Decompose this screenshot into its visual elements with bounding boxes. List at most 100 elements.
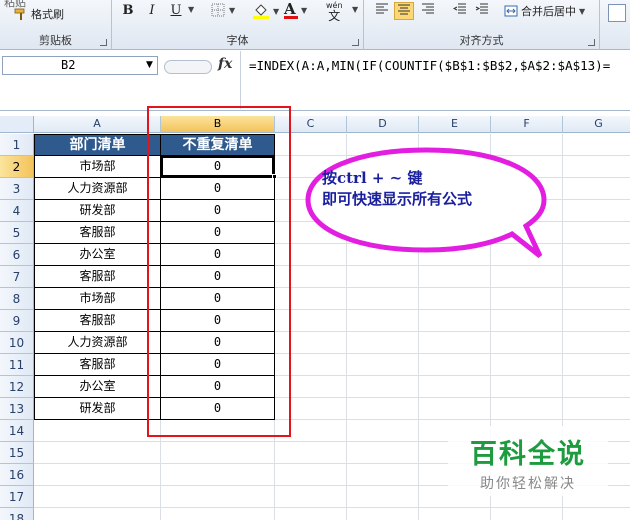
formula-controls: fx [160, 53, 238, 109]
column-header-d[interactable]: D [347, 116, 419, 133]
row-header-8[interactable]: 8 [0, 288, 34, 310]
align-right-icon [422, 3, 434, 14]
row-header-5[interactable]: 5 [0, 222, 34, 244]
phonetic-guide-button[interactable]: wén 文 [326, 0, 343, 22]
align-right-button[interactable] [418, 2, 438, 20]
font-color-icon: A [284, 0, 298, 20]
borders-button[interactable]: ▼ [210, 2, 235, 18]
phonetic-char: 文 [328, 9, 341, 23]
callout-line-1: 按ctrl + ~ 键 [322, 169, 423, 187]
number-format-icon[interactable] [608, 4, 626, 22]
underline-dropdown[interactable]: ▼ [188, 5, 194, 14]
row-header-1[interactable]: 1 [0, 134, 34, 156]
row-header-9[interactable]: 9 [0, 310, 34, 332]
row-header-7[interactable]: 7 [0, 266, 34, 288]
department-cell[interactable]: 研发部 [34, 398, 161, 420]
align-center-button[interactable] [394, 2, 414, 20]
row-header-14[interactable]: 14 [0, 420, 34, 442]
font-group-label: 字体 [226, 34, 249, 47]
paint-bucket-icon [253, 4, 269, 19]
align-center-icon [398, 4, 410, 15]
select-all-corner[interactable] [0, 116, 34, 133]
department-cell[interactable]: 研发部 [34, 200, 161, 222]
column-header-g[interactable]: G [563, 116, 630, 133]
column-b-highlight [147, 106, 291, 437]
watermark-subtitle: 助你轻松解决 [480, 476, 576, 492]
formula-input[interactable]: =INDEX(A:A,MIN(IF(COUNTIF($B$1:$B$2,$A$2… [240, 51, 630, 109]
clipboard-group: 粘贴 格式刷 剪贴板 [0, 0, 112, 50]
borders-icon [211, 3, 225, 17]
insert-function-button[interactable]: fx [218, 56, 232, 72]
merge-cells-icon [504, 5, 518, 17]
formula-bar: B2 ▼ fx =INDEX(A:A,MIN(IF(COUNTIF($B$1:$… [0, 51, 630, 111]
font-group: B I U ▼ ▼ ▼ A ▼ wén 文 ▼ 字体 [112, 0, 364, 50]
name-box[interactable]: B2 [2, 56, 158, 75]
format-painter-button[interactable]: 格式刷 [14, 6, 64, 22]
watermark-title: 百科全说 [470, 439, 586, 470]
ribbon: 粘贴 格式刷 剪贴板 B I U ▼ ▼ ▼ A ▼ wén 文 ▼ 字体 合并… [0, 0, 630, 50]
gridline [34, 507, 630, 508]
row-header-6[interactable]: 6 [0, 244, 34, 266]
chevron-down-icon: ▼ [579, 6, 586, 16]
merge-center-label: 合并后居中 [521, 5, 576, 18]
department-cell[interactable]: 办公室 [34, 376, 161, 398]
italic-button[interactable]: I [142, 2, 162, 20]
chevron-down-icon: ▼ [273, 6, 280, 16]
department-cell[interactable]: 客服部 [34, 354, 161, 376]
row-header-13[interactable]: 13 [0, 398, 34, 420]
align-left-button[interactable] [372, 2, 392, 20]
align-left-icon [376, 3, 388, 14]
alignment-group: 合并后居中 ▼ 对齐方式 [364, 0, 600, 50]
excel-window: 粘贴 格式刷 剪贴板 B I U ▼ ▼ ▼ A ▼ wén 文 ▼ 字体 合并… [0, 0, 630, 520]
department-cell[interactable]: 客服部 [34, 310, 161, 332]
clipboard-group-label: 剪贴板 [39, 34, 72, 47]
row-header-10[interactable]: 10 [0, 332, 34, 354]
row-header-17[interactable]: 17 [0, 486, 34, 508]
chevron-down-icon: ▼ [301, 5, 308, 15]
format-painter-label: 格式刷 [31, 8, 64, 21]
row-header-2[interactable]: 2 [0, 156, 34, 178]
row-header-4[interactable]: 4 [0, 200, 34, 222]
font-color-button[interactable]: A ▼ [284, 0, 307, 20]
row-header-15[interactable]: 15 [0, 442, 34, 464]
merge-center-button[interactable]: 合并后居中 ▼ [504, 3, 585, 19]
number-group-partial [600, 0, 630, 50]
paintbrush-icon [14, 8, 25, 20]
department-cell[interactable]: 办公室 [34, 244, 161, 266]
underline-button[interactable]: U [166, 2, 186, 20]
fill-color-button[interactable]: ▼ [252, 2, 279, 20]
row-header-11[interactable]: 11 [0, 354, 34, 376]
row-header-16[interactable]: 16 [0, 464, 34, 486]
column-header-f[interactable]: F [491, 116, 563, 133]
formula-toggle[interactable] [164, 60, 212, 74]
header-cell-department-list[interactable]: 部门清单 [34, 134, 161, 156]
callout-text: 按ctrl + ~ 键 即可快速显示所有公式 [322, 168, 542, 210]
decrease-indent-icon [452, 3, 466, 14]
decrease-indent-button[interactable] [450, 2, 470, 20]
chevron-down-icon: ▼ [188, 5, 195, 14]
increase-indent-button[interactable] [472, 2, 492, 20]
row-header-12[interactable]: 12 [0, 376, 34, 398]
alignment-launcher-icon[interactable] [588, 39, 595, 46]
phonetic-dropdown[interactable]: ▼ [352, 5, 358, 14]
increase-indent-icon [475, 3, 488, 14]
row-header-18[interactable]: 18 [0, 508, 34, 520]
chevron-down-icon: ▼ [352, 5, 359, 14]
column-header-e[interactable]: E [419, 116, 491, 133]
department-cell[interactable]: 客服部 [34, 266, 161, 288]
chevron-down-icon: ▼ [229, 5, 236, 15]
column-header-a[interactable]: A [34, 116, 161, 133]
department-cell[interactable]: 市场部 [34, 156, 161, 178]
department-cell[interactable]: 客服部 [34, 222, 161, 244]
clipboard-launcher-icon[interactable] [100, 39, 107, 46]
callout-line-2: 即可快速显示所有公式 [322, 190, 473, 208]
chevron-down-icon[interactable]: ▼ [146, 56, 153, 75]
font-launcher-icon[interactable] [352, 39, 359, 46]
department-cell[interactable]: 人力资源部 [34, 332, 161, 354]
baike-watermark: 百科全说 助你轻松解决 [448, 426, 608, 496]
bold-button[interactable]: B [118, 2, 138, 20]
alignment-group-label: 对齐方式 [459, 34, 504, 47]
department-cell[interactable]: 市场部 [34, 288, 161, 310]
row-header-3[interactable]: 3 [0, 178, 34, 200]
department-cell[interactable]: 人力资源部 [34, 178, 161, 200]
